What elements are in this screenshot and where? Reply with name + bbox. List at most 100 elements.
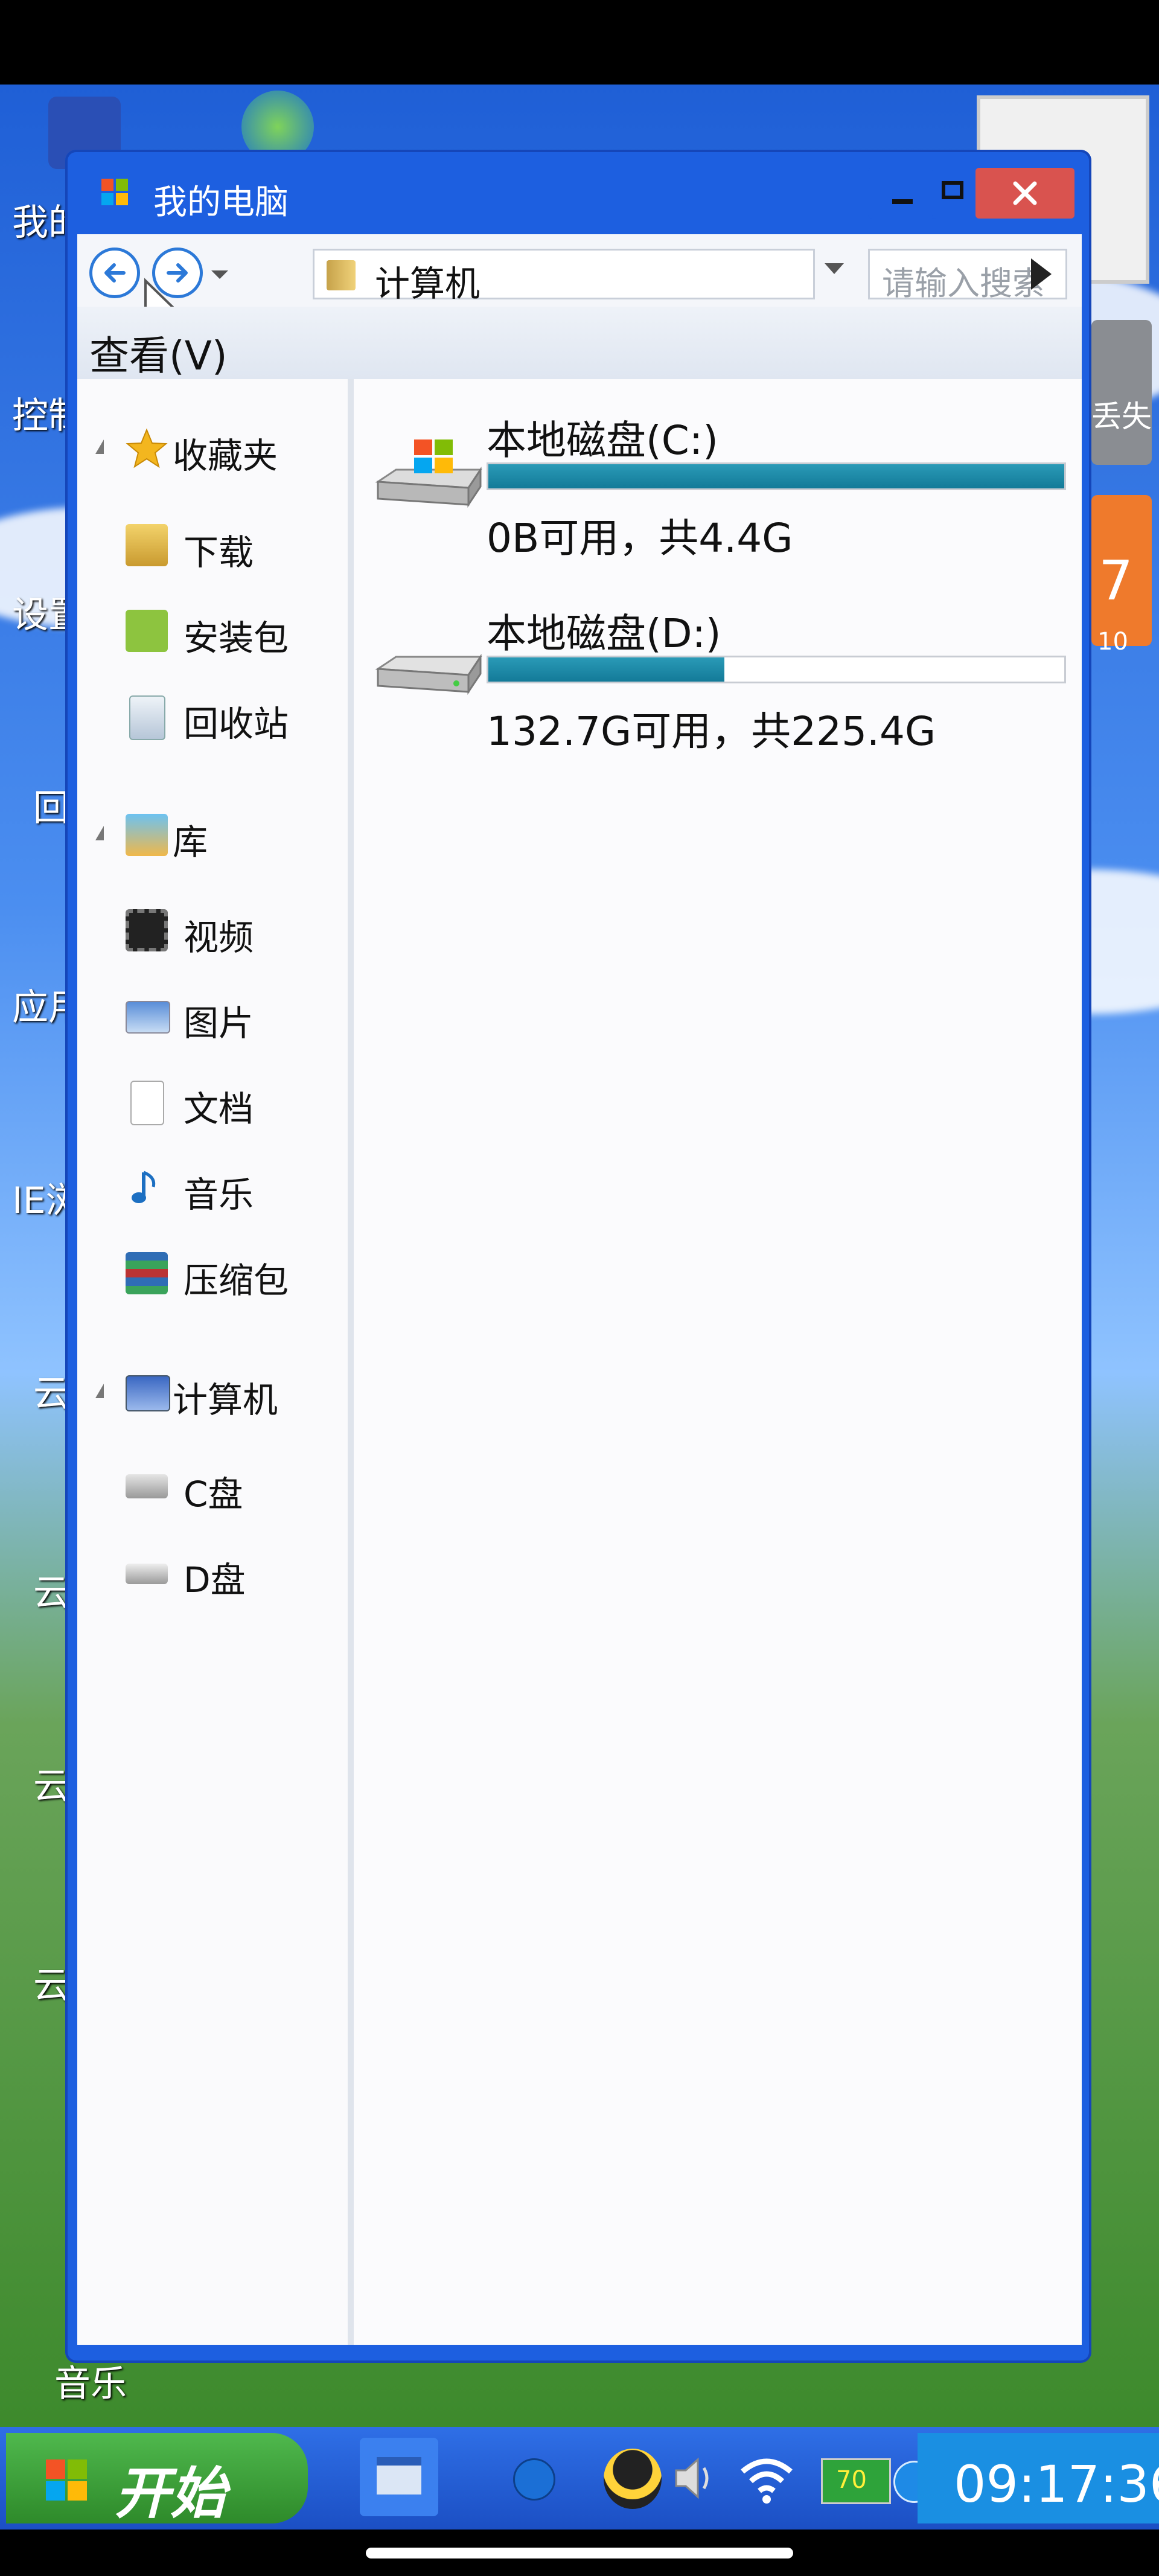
navigation-toolbar: 计算机 请输入搜索 — [77, 234, 1082, 343]
document-icon — [130, 1081, 164, 1125]
tree-favorites[interactable]: 收藏夹 — [95, 427, 337, 476]
tree-item-videos[interactable]: 视频 — [126, 909, 343, 958]
address-bar[interactable]: 计算机 — [313, 249, 815, 304]
folder-icon — [327, 260, 356, 290]
windows-logo-icon — [42, 2456, 91, 2504]
navigation-pane: 收藏夹 下载 安装包 回收站 库 视频 图片 文档 音乐 压缩包 计算机 C盘 … — [77, 379, 354, 2345]
clock[interactable]: 09:17:36 — [918, 2433, 1159, 2523]
status-bar — [0, 0, 1159, 85]
tree-item-recycle-bin[interactable]: 回收站 — [126, 695, 343, 744]
close-icon — [1013, 181, 1037, 205]
tree-item-archives[interactable]: 压缩包 — [126, 1252, 343, 1301]
tree-item-label: 视频 — [184, 917, 254, 958]
window-title: 我的电脑 — [153, 183, 289, 222]
desktop-label-cloud-2: 云 — [33, 1572, 69, 1614]
system-drive-icon — [372, 433, 487, 518]
right-widget-text: 丢失 — [1091, 399, 1152, 434]
tree-computer[interactable]: 计算机 — [95, 1372, 337, 1421]
maximize-button[interactable] — [932, 168, 974, 219]
tree-item-documents[interactable]: 文档 — [126, 1081, 343, 1130]
battery-indicator[interactable]: 70 — [821, 2458, 891, 2504]
drive-name: 本地磁盘(C:) — [487, 417, 718, 464]
tree-item-label: D盘 — [184, 1559, 246, 1600]
close-button[interactable] — [975, 168, 1074, 219]
drive-name: 本地磁盘(D:) — [487, 610, 721, 657]
tree-item-label: 文档 — [184, 1088, 254, 1130]
hard-drive-icon — [126, 1564, 168, 1584]
tree-item-c-drive[interactable]: C盘 — [126, 1466, 343, 1515]
tree-favorites-label: 收藏夹 — [173, 435, 278, 476]
tree-item-label: 音乐 — [184, 1174, 254, 1215]
calendar-day: 7 — [1099, 549, 1134, 613]
drive-item-c[interactable]: 本地磁盘(C:) 0B可用，共4.4G — [354, 397, 1082, 590]
system-drive-icon — [126, 1474, 168, 1498]
downloads-folder-icon — [126, 524, 168, 566]
music-note-icon — [126, 1166, 168, 1209]
tree-item-packages[interactable]: 安装包 — [126, 610, 343, 659]
address-dropdown-icon[interactable] — [825, 263, 844, 274]
tree-item-downloads[interactable]: 下载 — [126, 524, 343, 573]
menu-view[interactable]: 查看(V) — [89, 324, 228, 382]
taskbar: 开始 70 09:17:36 — [0, 2427, 1159, 2530]
minimize-button[interactable] — [868, 168, 936, 219]
archive-books-icon — [126, 1252, 168, 1294]
tree-item-label: 回收站 — [184, 703, 289, 744]
windows-logo-icon — [99, 176, 130, 208]
drive-usage-bar — [487, 462, 1066, 490]
android-package-icon — [126, 610, 168, 652]
search-go-icon[interactable] — [1031, 258, 1052, 290]
explorer-window: 我的电脑 计算机 请输入搜索 查看(V) 收藏夹 下载 安装包 回收站 库 视频… — [65, 150, 1091, 2363]
tree-computer-label: 计算机 — [173, 1379, 278, 1421]
address-text: 计算机 — [375, 263, 481, 304]
desktop-label-cloud-1: 云 — [33, 1373, 69, 1415]
tree-item-pictures[interactable]: 图片 — [126, 995, 343, 1044]
maximize-icon — [942, 181, 963, 199]
volume-icon[interactable] — [670, 2451, 718, 2505]
drive-usage-bar — [487, 656, 1066, 683]
window-app-icon — [377, 2457, 421, 2495]
search-placeholder: 请输入搜索 — [882, 264, 1045, 302]
drive-item-d[interactable]: 本地磁盘(D:) 132.7G可用，共225.4G — [354, 590, 1082, 784]
tree-item-label: 安装包 — [184, 618, 289, 659]
content-pane: 本地磁盘(C:) 0B可用，共4.4G 本地磁盘(D:) 132.7G可用，共2… — [354, 379, 1082, 2345]
computer-icon — [126, 1375, 170, 1411]
drive-usage-fill — [488, 657, 725, 682]
drive-free-space: 0B可用，共4.4G — [487, 515, 793, 561]
star-icon — [126, 427, 168, 470]
tree-item-music[interactable]: 音乐 — [126, 1166, 343, 1215]
expand-arrow-icon[interactable] — [95, 1384, 104, 1398]
qq-icon[interactable] — [604, 2449, 662, 2509]
start-button[interactable]: 开始 — [6, 2433, 308, 2526]
start-label: 开始 — [115, 2461, 226, 2526]
tree-library[interactable]: 库 — [95, 814, 337, 863]
search-go-button[interactable] — [1070, 249, 1082, 299]
calendar-sub: 10 — [1097, 628, 1128, 656]
tree-item-label: 下载 — [184, 532, 254, 573]
recycle-bin-icon — [129, 695, 165, 740]
home-gesture-bar[interactable] — [366, 2548, 793, 2558]
back-button[interactable] — [89, 248, 140, 298]
tree-library-label: 库 — [173, 822, 208, 863]
back-arrow-icon — [104, 263, 126, 283]
title-bar[interactable]: 我的电脑 — [65, 150, 1091, 234]
expand-arrow-icon[interactable] — [95, 826, 104, 840]
tree-item-d-drive[interactable]: D盘 — [126, 1552, 343, 1600]
tree-item-label: C盘 — [184, 1474, 243, 1515]
clock-time: 09:17:36 — [954, 2455, 1159, 2514]
tray-expand-icon[interactable] — [513, 2458, 555, 2501]
drive-free-space: 132.7G可用，共225.4G — [487, 708, 936, 755]
film-icon — [126, 909, 168, 951]
history-dropdown-icon[interactable] — [211, 270, 228, 279]
taskbar-window-button[interactable] — [360, 2438, 438, 2516]
drive-usage-fill — [488, 464, 1064, 488]
wifi-icon[interactable] — [736, 2451, 797, 2505]
library-folder-icon — [126, 814, 168, 856]
desktop-label-recycle: 回 — [33, 787, 69, 829]
menu-bar: 查看(V) — [77, 307, 1082, 379]
tree-item-label: 压缩包 — [184, 1260, 289, 1301]
minimize-icon — [892, 199, 913, 204]
hard-drive-icon — [372, 627, 487, 711]
tree-item-label: 图片 — [184, 1003, 254, 1044]
expand-arrow-icon[interactable] — [95, 439, 104, 454]
battery-level: 70 — [836, 2466, 867, 2494]
